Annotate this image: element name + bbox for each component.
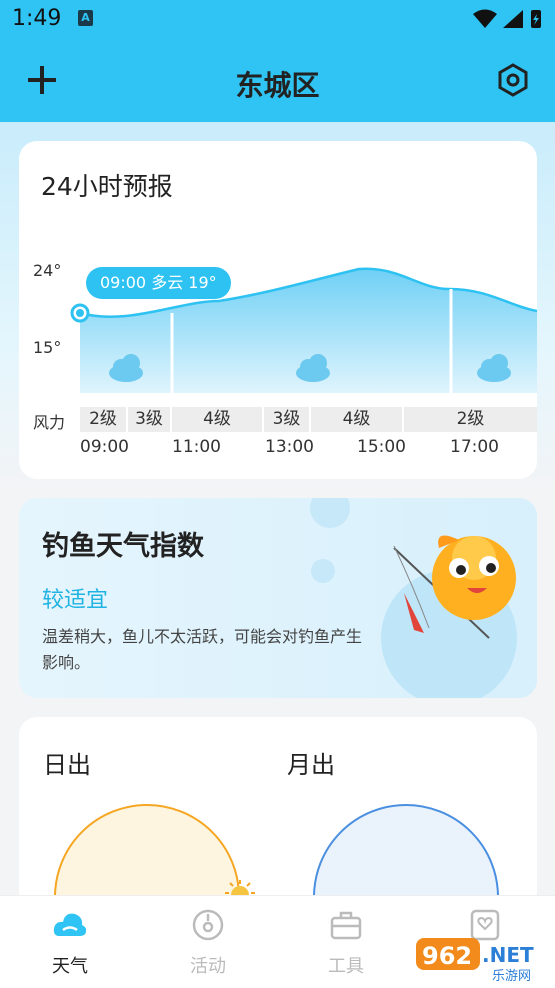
site-watermark-logo: 962 .NET 乐游网	[416, 938, 534, 984]
compass-icon	[192, 909, 224, 941]
signal-icon	[503, 10, 523, 28]
fishing-title: 钓鱼天气指数	[42, 531, 204, 562]
status-icons	[473, 9, 541, 28]
nav-label: 天气	[52, 956, 88, 977]
forecast-tooltip: 09:00 多云 19°	[86, 267, 231, 299]
hour-label: 11:00	[172, 437, 221, 457]
nav-tab-activity[interactable]: 活动	[153, 896, 263, 988]
fishing-level: 较适宜	[42, 588, 109, 613]
hour-label: 09:00	[80, 437, 129, 457]
weather-cloud-icon	[53, 913, 87, 936]
page-title: 东城区	[235, 69, 320, 102]
hour-label: 15:00	[357, 437, 406, 457]
notification-badge-icon: A	[78, 10, 93, 26]
app-header: 东城区	[0, 38, 555, 122]
svg-text:乐游网: 乐游网	[492, 969, 531, 984]
hour-label: 13:00	[265, 437, 314, 457]
status-time: 1:49	[12, 6, 62, 31]
forecast-card: 24小时预报 24° 15° 09:00 多云 19° 风力 2级 3级 4级 …	[19, 141, 537, 479]
status-bar: 1:49 A	[0, 0, 555, 38]
toolbox-icon	[330, 911, 362, 940]
wifi-icon	[473, 9, 497, 28]
fishing-index-card[interactable]: 钓鱼天气指数 较适宜 温差稍大，鱼儿不太活跃，可能会对钓鱼产生影响。	[19, 498, 537, 698]
nav-label: 工具	[328, 956, 364, 977]
wind-level: 2级	[80, 407, 126, 432]
svg-text:.NET: .NET	[482, 943, 534, 967]
nav-tab-tools[interactable]: 工具	[291, 896, 401, 988]
svg-text:962: 962	[422, 942, 472, 970]
wind-label: 风力	[33, 413, 66, 432]
wind-level: 2级	[404, 407, 537, 432]
hour-label: 17:00	[450, 437, 499, 457]
wind-level: 4级	[172, 407, 262, 432]
wind-level: 3级	[128, 407, 170, 432]
wind-level: 4级	[311, 407, 402, 432]
nav-tab-weather[interactable]: 天气	[15, 896, 125, 988]
hexagon-settings-icon	[498, 63, 528, 97]
wind-level: 3级	[264, 407, 309, 432]
settings-button[interactable]	[495, 62, 531, 98]
fishing-description: 温差稍大，鱼儿不太活跃，可能会对钓鱼产生影响。	[42, 627, 363, 672]
nav-label: 活动	[190, 956, 226, 977]
